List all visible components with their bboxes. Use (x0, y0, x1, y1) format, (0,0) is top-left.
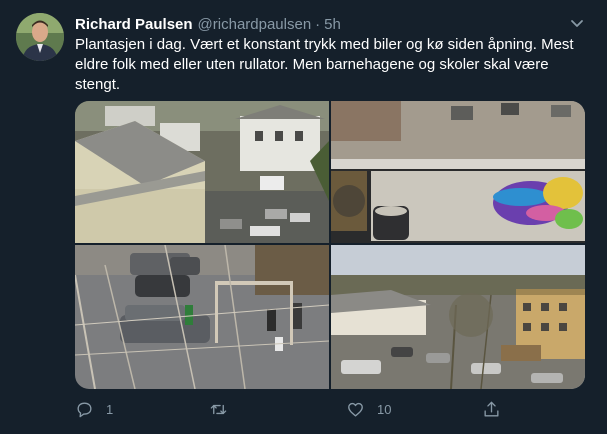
retweet-icon (210, 404, 227, 414)
chevron-down-icon (571, 20, 583, 27)
reply-icon (77, 401, 92, 417)
like-count: 10 (377, 401, 392, 417)
photo-2[interactable] (331, 101, 585, 243)
avatar[interactable] (16, 13, 64, 61)
tweet-actions: 1 10 (75, 398, 585, 420)
photo-1-image (75, 101, 329, 243)
photo-2-image (331, 101, 585, 243)
tweet-text: Plantasjen i dag. Vært et konstant trykk… (75, 36, 574, 93)
reply-count: 1 (106, 401, 114, 417)
more-options-button[interactable] (566, 12, 588, 34)
photo-3[interactable] (75, 245, 329, 389)
avatar-image (16, 13, 64, 61)
retweet-button[interactable] (209, 398, 240, 420)
tweet-timestamp[interactable]: 5h (324, 16, 341, 33)
author-name[interactable]: Richard Paulsen (75, 16, 193, 33)
tweet-header: Richard Paulsen @richardpaulsen · 5h (75, 14, 341, 34)
photo-1[interactable] (75, 101, 329, 243)
tweet[interactable]: Richard Paulsen @richardpaulsen · 5h Pla… (0, 0, 607, 434)
photo-4-image (331, 245, 585, 389)
header-separator: · (315, 15, 321, 33)
heart-icon (348, 402, 363, 417)
like-button[interactable]: 10 (346, 398, 391, 420)
reply-button[interactable]: 1 (75, 398, 113, 420)
tweet-media-grid (75, 101, 585, 389)
photo-3-image (75, 245, 329, 389)
author-handle[interactable]: @richardpaulsen (198, 16, 312, 33)
share-icon (484, 401, 499, 417)
share-button[interactable] (482, 398, 501, 420)
photo-4[interactable] (331, 245, 585, 389)
